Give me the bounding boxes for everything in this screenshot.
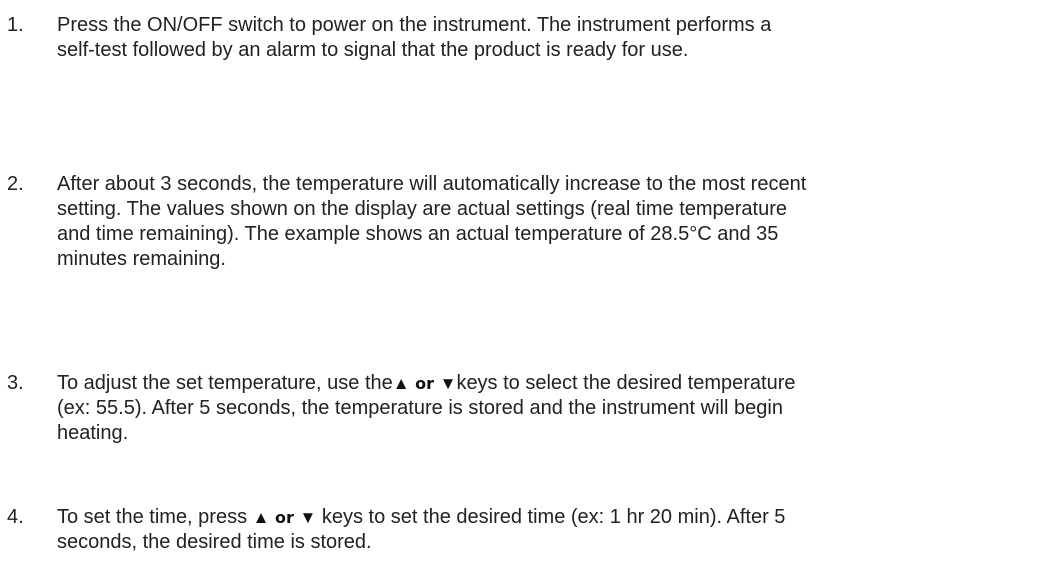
step-line: self-test followed by an alarm to signal… [57, 39, 689, 61]
step-text: To adjust the set temperature, use the▲ … [57, 371, 1055, 446]
step-number: 1. [7, 14, 24, 36]
step-text-after-keys: keys to set the desired time (ex: 1 hr 2… [321, 506, 786, 528]
step-number: 2. [7, 173, 24, 195]
step-line: and time remaining). The example shows a… [57, 223, 779, 245]
step-line: To set the time, press ▲ or ▼ keys to se… [57, 505, 1055, 530]
step-line: minutes remaining. [57, 248, 226, 270]
step-text: To set the time, press ▲ or ▼ keys to se… [57, 505, 1055, 555]
step-number: 4. [7, 506, 24, 528]
up-arrow-icon: ▲ [252, 508, 270, 527]
step-number: 3. [7, 372, 24, 394]
or-label: or [275, 508, 294, 527]
step-line: seconds, the desired time is stored. [57, 531, 372, 553]
step-text: After about 3 seconds, the temperature w… [57, 172, 1055, 272]
step-line: To adjust the set temperature, use the▲ … [57, 371, 1055, 396]
step-line: After about 3 seconds, the temperature w… [57, 173, 807, 195]
down-arrow-icon: ▼ [439, 374, 457, 393]
step-line: Press the ON/OFF switch to power on the … [57, 14, 772, 36]
step-line: heating. [57, 422, 129, 444]
down-arrow-icon: ▼ [299, 508, 317, 527]
step-text-before-keys: To set the time, press [57, 506, 248, 528]
up-arrow-icon: ▲ [392, 374, 410, 393]
step-line: setting. The values shown on the display… [57, 198, 788, 220]
step-text: Press the ON/OFF switch to power on the … [57, 13, 1055, 63]
or-label: or [415, 374, 435, 393]
step-text-after-keys: keys to select the desired temperature [456, 372, 796, 394]
step-text-before-keys: To adjust the set temperature, use the [57, 372, 393, 394]
step-line: (ex: 55.5). After 5 seconds, the tempera… [57, 397, 783, 419]
